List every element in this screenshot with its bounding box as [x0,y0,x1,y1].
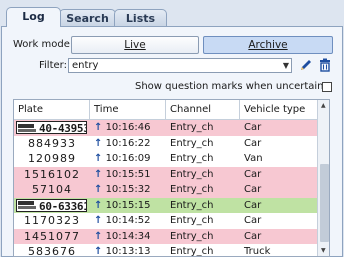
vehicle-type-cell: Car [244,184,262,195]
plate-number: 40-43953 [39,122,87,134]
filter-value: entry [72,60,99,71]
time-text: 10:15:32 [102,184,151,195]
plate-number: 60-63361 [39,199,87,212]
archive-button[interactable]: Archive [203,36,333,54]
question-marks-label: Show question marks when uncertain [135,81,324,92]
vehicle-type-cell: Car [244,168,262,180]
channel-cell: Entry_ch [170,246,214,257]
table-row[interactable]: 884933 ↑ 10:16:22 Entry_ch Car [14,135,317,152]
time-cell: ↑ 10:15:15 [90,198,166,214]
vehicle-type-cell: Car [244,122,262,133]
tab-log[interactable]: Log [6,7,61,27]
time-text: 10:16:46 [102,122,151,133]
time-text: 10:16:22 [102,137,151,149]
channel-cell: Entry_ch [170,199,214,211]
chevron-down-icon: ▼ [282,61,289,70]
table-row[interactable]: 120989 ↑ 10:16:09 Entry_ch Van [14,151,317,167]
table-row[interactable]: 40-43953 ↑ 10:16:46 Entry_ch Car [14,120,317,136]
time-cell: ↑ 10:16:22 [90,136,166,152]
vertical-scrollbar[interactable]: ▲ ▼ [317,100,329,256]
filter-label: Filter: [39,60,67,71]
vehicle-type-cell: Car [244,137,262,149]
plate-image: 40-43953 [16,121,87,134]
channel-cell: Entry_ch [170,168,214,180]
tab-bar: Log Search Lists [0,0,344,27]
scroll-down-icon[interactable]: ▼ [321,247,326,254]
vehicle-type-cell: Car [244,230,262,242]
plate-emblem-icon [18,123,39,132]
filter-combo[interactable]: entry ▼ [68,58,292,73]
table-row[interactable]: 57104 ↑ 10:15:32 Entry_ch Car [14,182,317,198]
time-text: 10:15:15 [102,199,151,211]
time-text: 10:15:51 [102,168,151,180]
channel-cell: Entry_ch [170,215,214,226]
scroll-up-icon[interactable]: ▲ [321,102,326,109]
channel-cell: Entry_ch [170,184,214,195]
work-mode-label: Work mode: [13,39,74,50]
time-text: 10:13:13 [102,246,151,257]
question-marks-checkbox[interactable] [322,82,332,92]
column-header-time[interactable]: Time [90,100,166,119]
pencil-icon[interactable] [299,58,313,72]
plate-cell: 60-63361 [14,198,90,214]
time-cell: ↑ 10:14:52 [90,213,166,229]
trash-icon[interactable] [318,58,332,72]
vehicle-type-cell: Car [244,215,262,226]
time-cell: ↑ 10:15:32 [90,182,166,198]
plate-cell: 40-43953 [14,120,90,136]
time-cell: ↑ 10:13:13 [90,244,166,257]
plate-cell: 1516102 [24,167,80,181]
vehicle-type-cell: Truck [244,246,271,257]
archive-button-label: Archive [248,39,288,51]
log-table: Plate Time Channel Vehicle type 40-43953… [13,99,330,257]
column-header-channel[interactable]: Channel [166,100,240,119]
live-button-label: Live [124,39,146,51]
table-row[interactable]: 1516102 ↑ 10:15:51 Entry_ch Car [14,166,317,183]
table-row[interactable]: 583676 ↑ 10:13:13 Entry_ch Truck [14,244,317,257]
scrollbar-thumb[interactable] [320,164,329,242]
time-cell: ↑ 10:15:51 [90,167,166,183]
time-text: 10:14:52 [102,215,151,226]
plate-cell: 57104 [32,183,72,196]
plate-cell: 884933 [28,136,76,150]
channel-cell: Entry_ch [170,230,214,242]
table-row[interactable]: 1451077 ↑ 10:14:34 Entry_ch Car [14,228,317,245]
time-cell: ↑ 10:14:34 [90,229,166,245]
plate-cell: 1170323 [24,214,80,227]
time-text: 10:16:09 [102,153,151,164]
plate-image: 60-63361 [16,198,87,212]
plate-cell: 1451077 [24,229,80,243]
plate-cell: 120989 [28,152,76,165]
column-header-plate[interactable]: Plate [14,100,90,119]
plate-emblem-icon [18,201,39,210]
table-header: Plate Time Channel Vehicle type [14,100,317,120]
table-row[interactable]: 60-63361 ↑ 10:15:15 Entry_ch Car [14,197,317,214]
channel-cell: Entry_ch [170,153,214,164]
live-button[interactable]: Live [71,36,199,54]
time-cell: ↑ 10:16:46 [90,120,166,136]
time-text: 10:14:34 [102,230,151,242]
channel-cell: Entry_ch [170,137,214,149]
table-row[interactable]: 1170323 ↑ 10:14:52 Entry_ch Car [14,213,317,229]
tab-lists[interactable]: Lists [114,9,167,26]
vehicle-type-cell: Car [244,199,262,211]
time-cell: ↑ 10:16:09 [90,151,166,167]
tab-search[interactable]: Search [59,9,116,26]
plate-cell: 583676 [28,245,76,257]
vehicle-type-cell: Van [244,153,263,164]
column-header-vehicle-type[interactable]: Vehicle type [240,100,317,119]
channel-cell: Entry_ch [170,122,214,133]
